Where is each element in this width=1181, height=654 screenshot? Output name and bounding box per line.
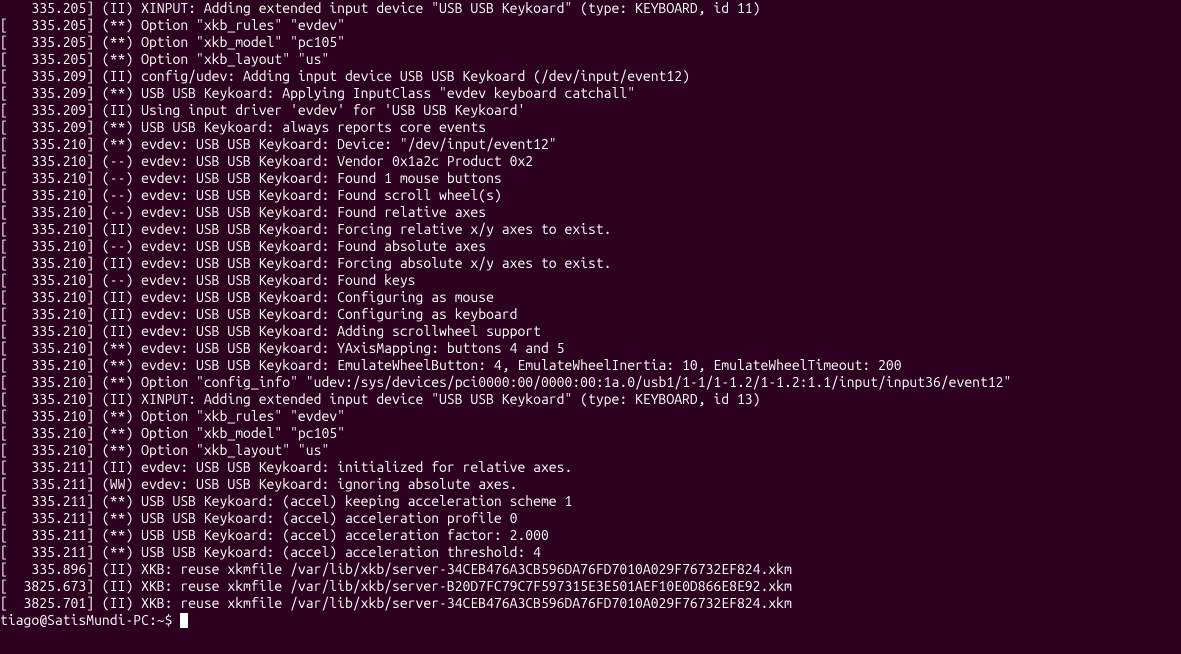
log-line: [ 335.210] (**) Option "xkb_rules" "evde… xyxy=(0,408,1177,425)
log-line: [ 335.210] (II) evdev: USB USB Keykoard:… xyxy=(0,289,1177,306)
log-line: [ 335.896] (II) XKB: reuse xkmfile /var/… xyxy=(0,561,1177,578)
prompt-text: tiago@SatisMundi-PC:~$ xyxy=(0,612,180,629)
log-line: [ 335.209] (II) Using input driver 'evde… xyxy=(0,102,1177,119)
log-line: [ 335.211] (**) USB USB Keykoard: (accel… xyxy=(0,527,1177,544)
log-line: [ 335.211] (**) USB USB Keykoard: (accel… xyxy=(0,510,1177,527)
log-line: [ 335.210] (II) evdev: USB USB Keykoard:… xyxy=(0,221,1177,238)
log-line: [ 335.210] (**) evdev: USB USB Keykoard:… xyxy=(0,340,1177,357)
log-line: [ 335.211] (II) evdev: USB USB Keykoard:… xyxy=(0,459,1177,476)
log-line: [ 335.210] (II) XINPUT: Adding extended … xyxy=(0,391,1177,408)
log-line: [ 335.210] (--) evdev: USB USB Keykoard:… xyxy=(0,204,1177,221)
log-line: [ 335.211] (**) USB USB Keykoard: (accel… xyxy=(0,544,1177,561)
cursor-block xyxy=(180,613,188,628)
log-line: [ 335.210] (**) evdev: USB USB Keykoard:… xyxy=(0,136,1177,153)
log-line: [ 335.205] (**) Option "xkb_layout" "us" xyxy=(0,51,1177,68)
log-line: [ 3825.673] (II) XKB: reuse xkmfile /var… xyxy=(0,578,1177,595)
log-line: [ 335.211] (**) USB USB Keykoard: (accel… xyxy=(0,493,1177,510)
log-line: [ 335.210] (**) evdev: USB USB Keykoard:… xyxy=(0,357,1177,374)
log-line: [ 335.210] (--) evdev: USB USB Keykoard:… xyxy=(0,238,1177,255)
prompt-line[interactable]: tiago@SatisMundi-PC:~$ xyxy=(0,612,1177,629)
log-line: [ 335.210] (II) evdev: USB USB Keykoard:… xyxy=(0,323,1177,340)
log-line: [ 335.209] (**) USB USB Keykoard: always… xyxy=(0,119,1177,136)
log-line: [ 335.205] (**) Option "xkb_model" "pc10… xyxy=(0,34,1177,51)
log-line: [ 335.210] (II) evdev: USB USB Keykoard:… xyxy=(0,255,1177,272)
log-line: [ 335.205] (**) Option "xkb_rules" "evde… xyxy=(0,17,1177,34)
log-line: [ 335.209] (**) USB USB Keykoard: Applyi… xyxy=(0,85,1177,102)
log-line: [ 335.210] (--) evdev: USB USB Keykoard:… xyxy=(0,170,1177,187)
log-line: [ 335.210] (**) Option "xkb_model" "pc10… xyxy=(0,425,1177,442)
log-line: 335.205] (II) XINPUT: Adding extended in… xyxy=(0,0,1177,17)
log-line: [ 335.209] (II) config/udev: Adding inpu… xyxy=(0,68,1177,85)
log-line: [ 335.211] (WW) evdev: USB USB Keykoard:… xyxy=(0,476,1177,493)
terminal-output[interactable]: 335.205] (II) XINPUT: Adding extended in… xyxy=(0,0,1181,654)
log-line: [ 335.210] (II) evdev: USB USB Keykoard:… xyxy=(0,306,1177,323)
log-line: [ 335.210] (--) evdev: USB USB Keykoard:… xyxy=(0,187,1177,204)
log-line: [ 3825.701] (II) XKB: reuse xkmfile /var… xyxy=(0,595,1177,612)
log-line: [ 335.210] (**) Option "xkb_layout" "us" xyxy=(0,442,1177,459)
log-line: [ 335.210] (--) evdev: USB USB Keykoard:… xyxy=(0,153,1177,170)
log-line: [ 335.210] (**) Option "config_info" "ud… xyxy=(0,374,1177,391)
log-line: [ 335.210] (--) evdev: USB USB Keykoard:… xyxy=(0,272,1177,289)
